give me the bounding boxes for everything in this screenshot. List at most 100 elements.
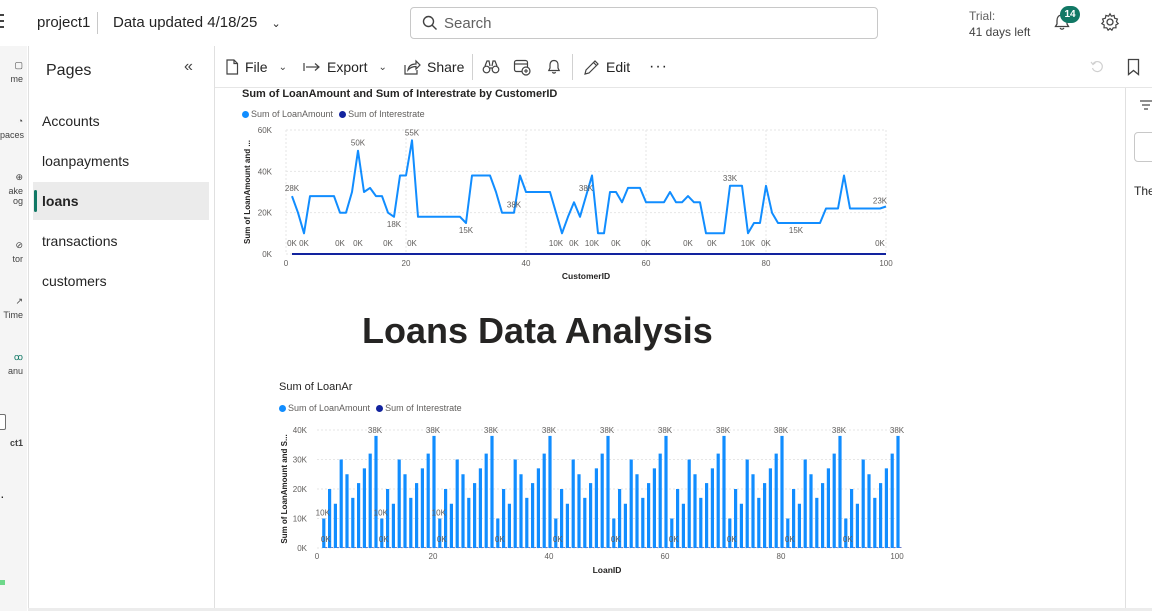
y-tick-label: 60K (258, 126, 273, 135)
search-box[interactable] (410, 7, 878, 39)
trial-days-left: 41 days left (969, 25, 1031, 39)
rail-label: ct1 (9, 438, 23, 448)
bar-interestrate (829, 547, 832, 548)
divider (97, 12, 98, 34)
file-label: File (245, 59, 268, 75)
data-label: 55K (405, 128, 420, 137)
workspace-name[interactable]: project1 (37, 14, 90, 31)
export-menu-button[interactable]: Export ⌄ (303, 56, 387, 78)
rail-item-home[interactable]: ▢ me (0, 60, 27, 84)
legend-item-loanamount[interactable]: Sum of LoanAmount (279, 403, 370, 413)
data-label: 0K (611, 239, 621, 248)
bar-chart-title: Sum of LoanAr (279, 381, 353, 393)
rail-item-workspaces[interactable]: ◔ paces (0, 116, 27, 140)
rail-label: ake (8, 186, 23, 196)
bar-interestrate (667, 547, 670, 548)
bar-interestrate (684, 547, 687, 548)
bookmark-icon[interactable] (1127, 58, 1140, 76)
report-toolbar: File ⌄ Export ⌄ Share Edit ··· (215, 46, 1152, 88)
data-label: 15K (789, 226, 804, 235)
bar-loanamount (722, 435, 726, 548)
page-item-transactions[interactable]: transactions (33, 222, 209, 260)
x-tick-label: 80 (777, 552, 786, 561)
rail-item-manu[interactable]: ꝏ anu (0, 352, 27, 376)
bar-loanamount (525, 497, 529, 548)
bar-interestrate (696, 547, 699, 548)
notification-count-badge: 14 (1060, 6, 1080, 23)
chevron-down-icon: ⌄ (278, 61, 287, 73)
bar-interestrate (882, 547, 885, 548)
filter-search-input[interactable] (1134, 132, 1152, 162)
bar-interestrate (505, 547, 508, 548)
binoculars-icon[interactable] (482, 59, 500, 75)
bar-loanamount (548, 435, 552, 548)
bar-interestrate (592, 547, 595, 548)
bar-loanamount (699, 497, 703, 548)
edit-button[interactable]: Edit (583, 56, 630, 78)
settings-gear-icon[interactable] (1100, 12, 1120, 32)
bar-interestrate (331, 547, 334, 548)
bar-chart[interactable]: 0K 10K 20K 30K 40K 0 20 40 60 80 100 LoanID Sum of L… (277, 418, 957, 578)
legend-dot-interestrate (339, 111, 347, 119)
data-updated-dropdown[interactable]: Data updated 4/18/25 ⌄ (113, 14, 281, 31)
bar-interestrate (876, 547, 879, 548)
bar-interestrate (818, 547, 821, 548)
bar-loanamount (345, 474, 349, 548)
add-to-dashboard-icon[interactable] (513, 58, 531, 76)
fabric-logo-icon (0, 580, 5, 585)
bar-loanamount (519, 474, 523, 548)
trial-label: Trial: (969, 9, 996, 23)
collapse-pages-icon[interactable]: « (184, 58, 193, 76)
more-icon[interactable]: · (0, 488, 5, 504)
bar-chart-legend[interactable]: Sum of LoanAmount Sum of Interestrate (279, 403, 462, 413)
x-tick-label: 60 (642, 259, 651, 268)
page-item-accounts[interactable]: Accounts (33, 102, 209, 140)
bar-loanamount (455, 459, 459, 548)
line-chart-legend[interactable]: Sum of LoanAmount Sum of Interestrate (242, 109, 425, 119)
page-item-loans[interactable]: loans (33, 182, 209, 220)
app-launcher-icon[interactable] (0, 14, 6, 32)
bar-loanamount (647, 483, 651, 548)
pages-title: Pages (46, 62, 92, 79)
data-label: 23K (873, 197, 888, 206)
bar-interestrate (580, 547, 583, 548)
report-icon[interactable] (0, 414, 6, 430)
page-item-loanpayments[interactable]: loanpayments (33, 142, 209, 180)
bar-interestrate (771, 547, 774, 548)
legend-item-loanamount[interactable]: Sum of LoanAmount (242, 109, 333, 119)
bar-interestrate (713, 547, 716, 548)
rail-item-project1[interactable]: ct1 (0, 438, 27, 448)
bar-interestrate (835, 547, 838, 548)
bar-loanamount (826, 468, 830, 548)
data-label: 0K (875, 239, 885, 248)
bar-loanamount (815, 497, 819, 548)
line-chart[interactable]: 0K 20K 40K 60K 0 20 40 60 80 100 CustomerID Sum of … (240, 124, 900, 286)
page-item-customers[interactable]: customers (33, 262, 209, 300)
rail-item-monitor[interactable]: ⊘ tor (0, 240, 27, 264)
bar-interestrate (615, 547, 618, 548)
share-button[interactable]: Share (403, 56, 464, 78)
more-options-icon[interactable]: ··· (649, 56, 668, 78)
bar-loanamount (838, 435, 842, 548)
reset-icon[interactable] (1090, 60, 1104, 74)
bar-interestrate (447, 547, 450, 548)
legend-item-interestrate[interactable]: Sum of Interestrate (339, 109, 425, 119)
bar-loanamount (362, 468, 366, 548)
rail-item-realtime[interactable]: ↗ Time (0, 296, 27, 320)
bar-loanamount (693, 474, 697, 548)
bar-loanamount (409, 497, 413, 548)
bar-interestrate (754, 547, 757, 548)
rail-item-onelake-catalog[interactable]: ⊕ ake og (0, 172, 27, 206)
search-input[interactable] (444, 13, 864, 33)
subscribe-bell-icon[interactable] (546, 58, 562, 76)
trial-status[interactable]: Trial: 41 days left (969, 8, 1030, 40)
legend-item-interestrate[interactable]: Sum of Interestrate (376, 403, 462, 413)
file-menu-button[interactable]: File ⌄ (225, 56, 287, 78)
zero-data-label: 0K (437, 535, 447, 544)
realtime-icon: ↗ (15, 296, 23, 306)
filter-icon[interactable] (1140, 99, 1152, 111)
data-label: 0K (353, 239, 363, 248)
file-icon (226, 59, 239, 75)
peak-data-label: 38K (542, 426, 557, 435)
data-label: 0K (761, 239, 771, 248)
